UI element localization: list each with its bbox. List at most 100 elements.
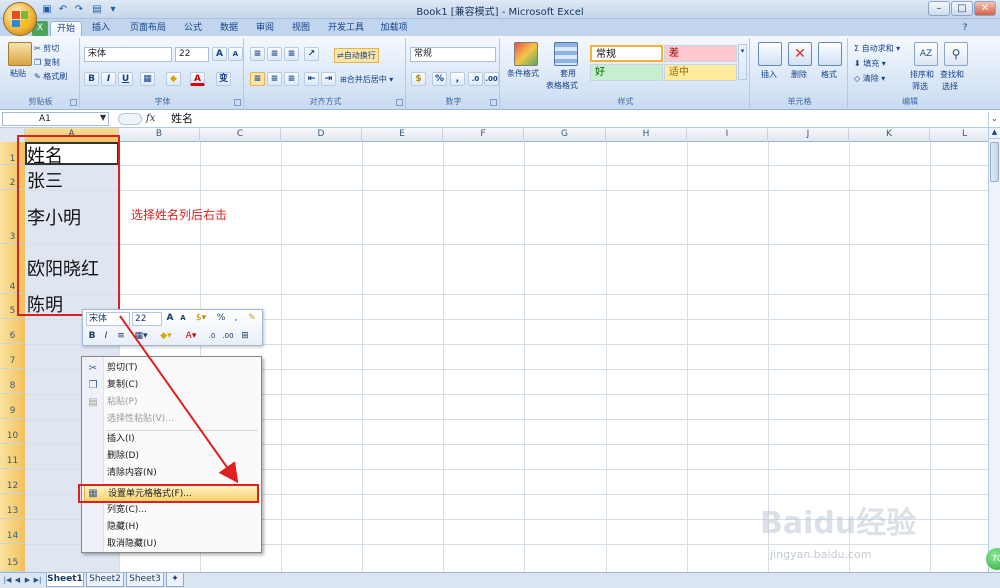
menu-item-delete[interactable]: 删除(D) (106, 448, 258, 465)
row-header-13[interactable]: 13 (0, 494, 25, 519)
column-header-e[interactable]: E (362, 128, 443, 142)
mini-percent-button[interactable]: % (215, 312, 227, 326)
align-top-icon[interactable]: ≡ (250, 47, 265, 61)
menu-item-copy[interactable]: 复制(C) (106, 377, 258, 394)
mini-fill-color-icon[interactable]: ◆▾ (155, 330, 177, 344)
paste-button[interactable]: 粘贴 (10, 68, 26, 79)
format-cells-ribbon-button[interactable]: 格式 (821, 69, 837, 80)
fill-color-icon[interactable]: ◆ (166, 72, 181, 86)
vertical-scrollbar[interactable]: ▲ (988, 128, 1000, 572)
sort-filter-label1[interactable]: 排序和 (910, 69, 934, 80)
office-button[interactable] (3, 2, 37, 36)
underline-button[interactable]: U (118, 72, 133, 86)
row-header-9[interactable]: 9 (0, 394, 25, 419)
find-select-label1[interactable]: 查找和 (940, 69, 964, 80)
tab-developer[interactable]: 开发工具 (326, 21, 366, 36)
column-header-b[interactable]: B (119, 128, 200, 142)
mini-merge-icon[interactable]: ⊞ (238, 330, 252, 344)
mini-format-painter-icon[interactable]: ✎ (245, 312, 259, 326)
clipboard-launcher-icon[interactable] (70, 99, 77, 106)
format-as-table-icon[interactable] (554, 42, 578, 66)
paste-icon[interactable] (8, 42, 32, 66)
comma-button[interactable]: , (450, 72, 465, 86)
autosum-button[interactable]: Σ 自动求和 ▾ (854, 43, 900, 54)
tab-insert[interactable]: 插入 (88, 21, 114, 36)
column-header-i[interactable]: I (687, 128, 768, 142)
column-header-d[interactable]: D (281, 128, 362, 142)
tab-home[interactable]: 开始 (50, 21, 82, 36)
minimize-button[interactable]: – (928, 1, 950, 16)
sheet-tab-2[interactable]: Sheet2 (86, 573, 124, 587)
row-header-12[interactable]: 12 (0, 469, 25, 494)
fill-button[interactable]: ⬇ 填充 ▾ (854, 58, 886, 69)
number-launcher-icon[interactable] (490, 99, 497, 106)
prev-sheet-icon[interactable]: ◀ (13, 575, 22, 585)
column-header-k[interactable]: K (849, 128, 930, 142)
maximize-button[interactable]: □ (951, 1, 973, 16)
style-normal[interactable]: 常规 (590, 45, 663, 62)
style-bad[interactable]: 差 (664, 45, 737, 62)
menu-item-cut[interactable]: 剪切(T) (106, 360, 258, 377)
row-header-11[interactable]: 11 (0, 444, 25, 469)
font-size-select[interactable]: 22 (175, 47, 209, 62)
row-header-14[interactable]: 14 (0, 519, 25, 544)
mini-increase-decimal-icon[interactable]: .0 (205, 330, 219, 344)
tab-page-layout[interactable]: 页面布局 (126, 21, 170, 36)
grow-font-button[interactable]: A (212, 47, 227, 61)
row-header-7[interactable]: 7 (0, 344, 25, 369)
tab-data[interactable]: 数据 (216, 21, 242, 36)
menu-item-hide[interactable]: 隐藏(H) (106, 519, 258, 536)
close-button[interactable]: ✕ (974, 1, 996, 16)
column-header-j[interactable]: J (768, 128, 849, 142)
shrink-font-button[interactable]: A (228, 47, 243, 61)
sheet-tab-3[interactable]: Sheet3 (126, 573, 164, 587)
mini-comma-button[interactable]: , (231, 312, 241, 326)
currency-icon[interactable]: $ (411, 72, 426, 86)
binoculars-icon[interactable]: ⚲ (944, 42, 968, 66)
formula-input[interactable]: 姓名 (165, 112, 988, 127)
tab-addins[interactable]: 加载项 (378, 21, 410, 36)
tab-review[interactable]: 审阅 (252, 21, 278, 36)
row-header-15[interactable]: 15 (0, 544, 25, 572)
menu-item-insert[interactable]: 插入(I) (106, 431, 258, 448)
menu-item-column-width[interactable]: 列宽(C)... (106, 502, 258, 519)
mini-font-color-icon[interactable]: A▾ (181, 330, 201, 344)
scroll-up-icon[interactable]: ▲ (989, 128, 1000, 139)
number-format-select[interactable]: 常规 (410, 47, 496, 62)
font-launcher-icon[interactable] (234, 99, 241, 106)
find-select-label2[interactable]: 选择 (942, 81, 958, 92)
mini-decrease-decimal-icon[interactable]: .00 (221, 330, 235, 344)
font-color-icon[interactable]: A (190, 72, 205, 86)
row-header-8[interactable]: 8 (0, 369, 25, 394)
align-right-icon[interactable]: ≡ (284, 72, 299, 86)
sheet-tab-1[interactable]: Sheet1 (46, 573, 84, 587)
cut-button[interactable]: ✂ 剪切 (34, 43, 59, 54)
alignment-launcher-icon[interactable] (396, 99, 403, 106)
insert-sheet-icon[interactable]: ✦ (166, 573, 184, 587)
styles-scroll-icon[interactable]: ▾ (738, 44, 747, 80)
decrease-indent-icon[interactable]: ⇤ (304, 72, 319, 86)
increase-decimal-icon[interactable]: .0 (468, 72, 483, 86)
sort-filter-icon[interactable]: AZ (914, 42, 938, 66)
name-box-dropdown-icon[interactable]: ▼ (100, 113, 106, 122)
format-painter-button[interactable]: ✎ 格式刷 (34, 71, 67, 82)
row-header-6[interactable]: 6 (0, 319, 25, 344)
mini-font-select[interactable]: 宋体 (86, 312, 130, 326)
bold-button[interactable]: B (84, 72, 99, 86)
menu-item-paste[interactable]: 粘贴(P) (106, 394, 258, 411)
wrap-text-button[interactable]: ⇌自动换行 (334, 48, 379, 63)
font-name-select[interactable]: 宋体 (84, 47, 172, 62)
align-middle-icon[interactable]: ≡ (267, 47, 282, 61)
mini-border-icon[interactable]: ▦▾ (131, 330, 151, 344)
increase-indent-icon[interactable]: ⇥ (321, 72, 336, 86)
delete-cells-icon[interactable]: ✕ (788, 42, 812, 66)
orientation-icon[interactable]: ↗ (304, 47, 319, 61)
mini-grow-font-icon[interactable]: A (164, 312, 176, 326)
formula-expand-icon[interactable]: ⌄ (988, 112, 1000, 127)
column-header-c[interactable]: C (200, 128, 281, 142)
sort-filter-label2[interactable]: 筛选 (912, 81, 928, 92)
mini-bold-button[interactable]: B (86, 330, 98, 344)
column-header-f[interactable]: F (443, 128, 524, 142)
menu-item-unhide[interactable]: 取消隐藏(U) (106, 536, 258, 553)
column-header-h[interactable]: H (606, 128, 687, 142)
